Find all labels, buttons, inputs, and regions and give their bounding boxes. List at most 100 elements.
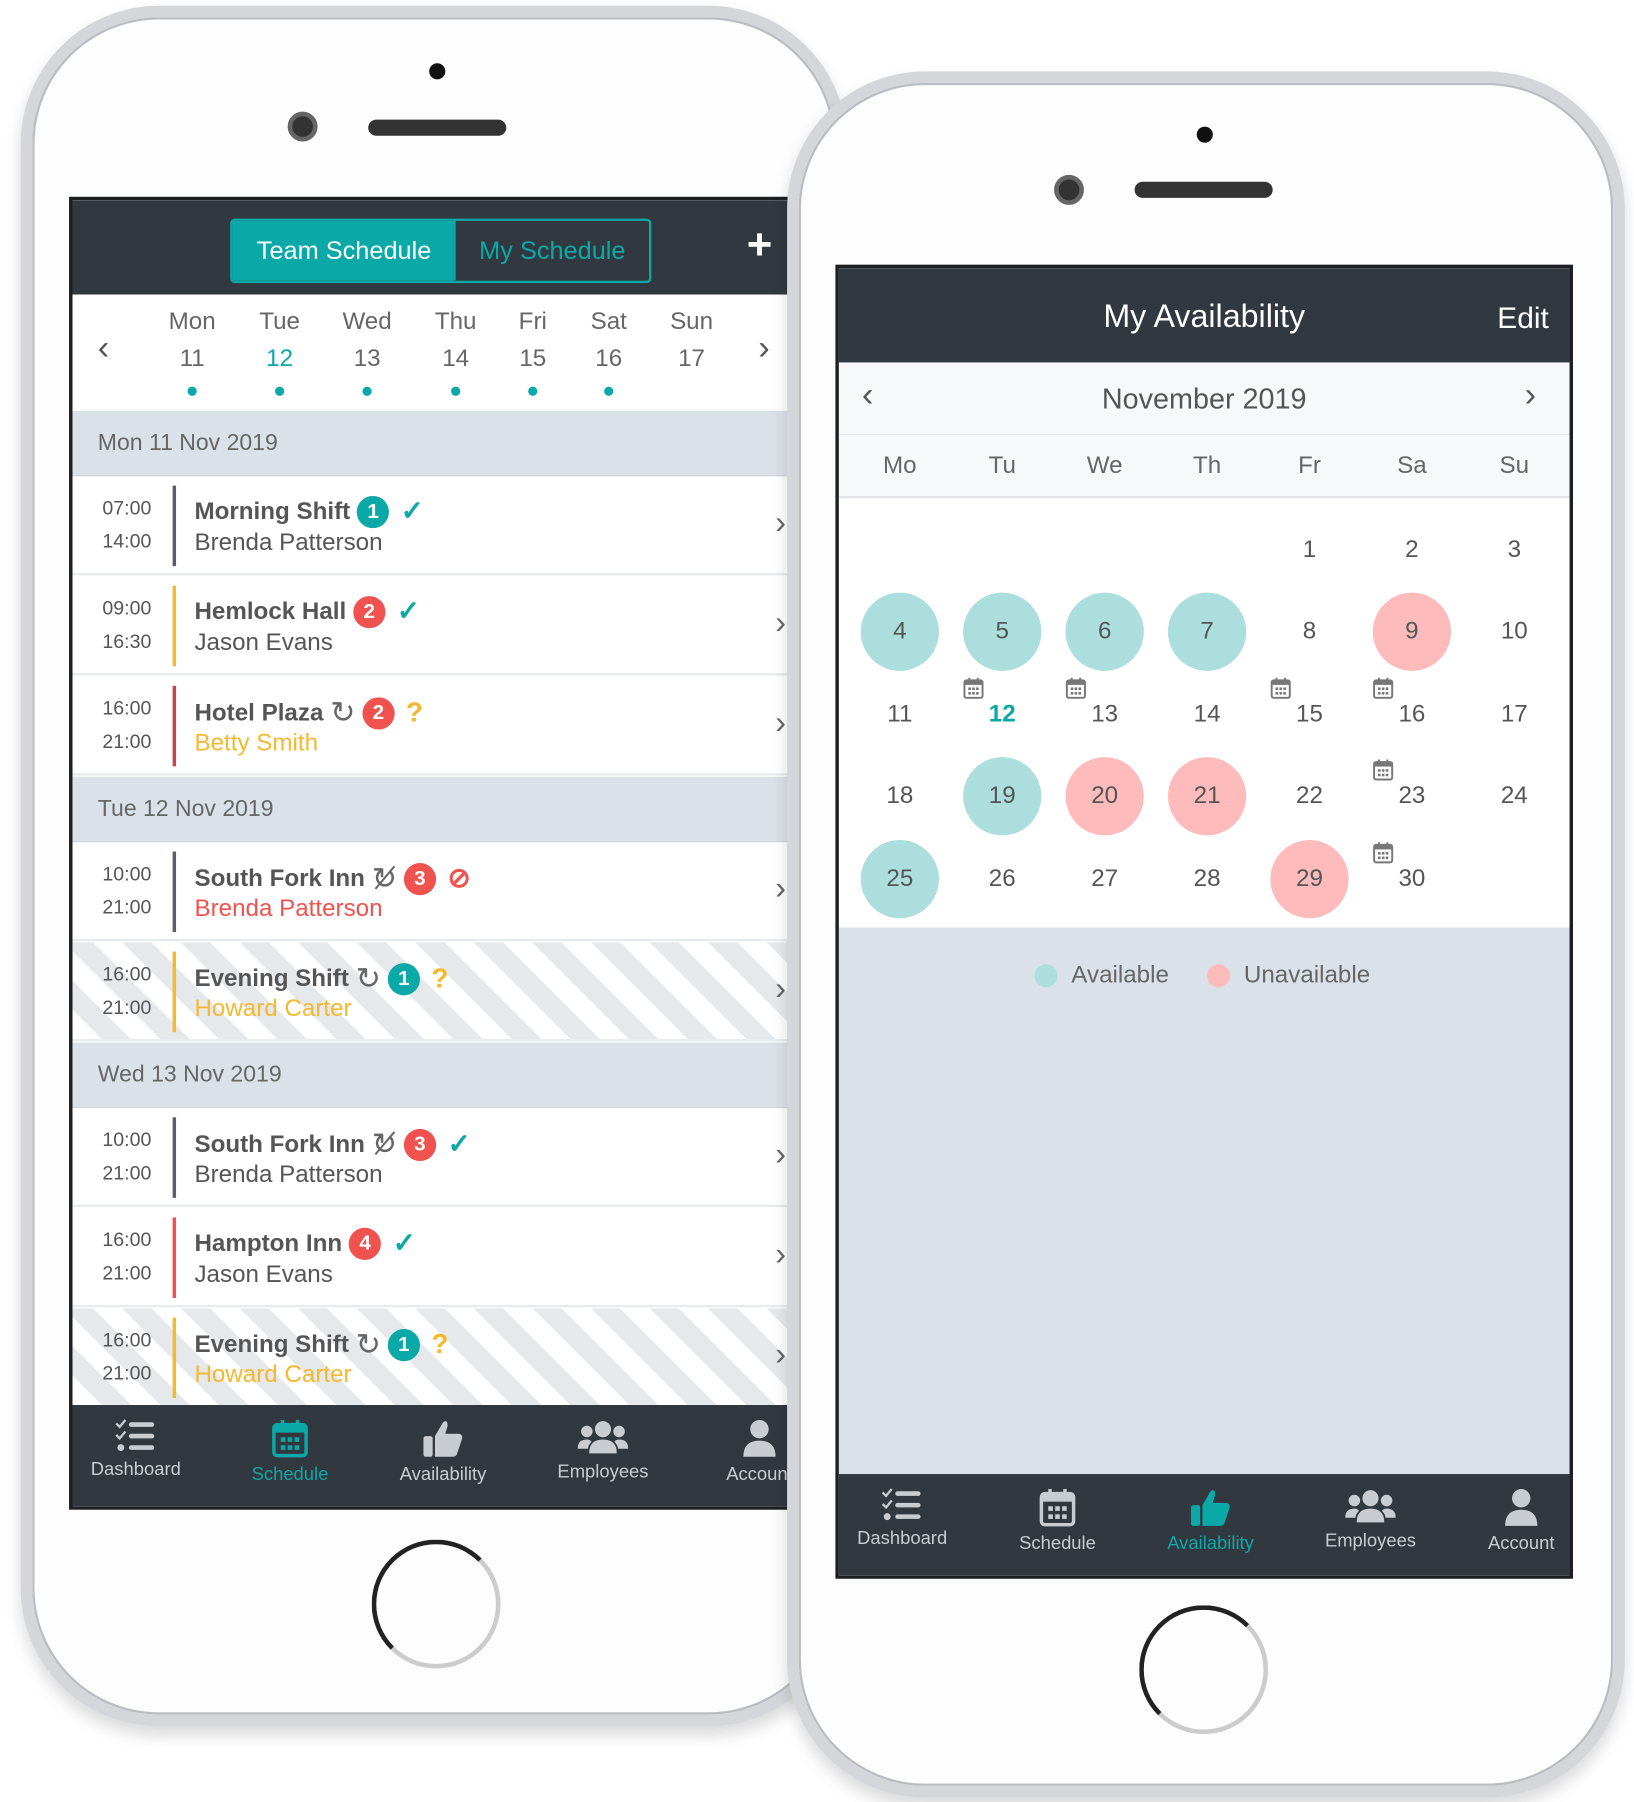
employee-name: Betty Smith — [194, 729, 319, 757]
shift-end-time: 21:00 — [102, 1362, 152, 1385]
calendar-day-8[interactable]: 8 — [1270, 593, 1348, 671]
week-day-sat[interactable]: Sat 16 — [574, 308, 643, 396]
calendar-day-3[interactable]: 3 — [1475, 511, 1553, 589]
question-icon: ? — [406, 696, 423, 728]
shift-color-bar — [172, 851, 177, 933]
has-shifts-dot — [275, 386, 285, 396]
calendar-day-9[interactable]: 9 — [1372, 592, 1452, 671]
employee-name: Jason Evans — [194, 1261, 333, 1288]
calendar-day-18[interactable]: 18 — [861, 757, 939, 835]
week-day-sun[interactable]: Sun 17 — [657, 308, 726, 395]
position-badge: 1 — [387, 1328, 420, 1361]
nav-availability[interactable]: Availability — [1136, 1488, 1286, 1555]
home-button[interactable] — [371, 1539, 501, 1669]
calendar-day-10[interactable]: 10 — [1475, 593, 1553, 671]
week-day-date: 16 — [595, 345, 623, 372]
calendar-day-11[interactable]: 11 — [861, 675, 939, 753]
chevron-right-icon: › — [775, 869, 786, 906]
speaker — [1134, 181, 1273, 198]
calendar-day-1[interactable]: 1 — [1270, 511, 1348, 589]
nav-schedule[interactable]: Schedule — [983, 1488, 1133, 1555]
calendar-icon — [1373, 677, 1394, 706]
nav-employees[interactable]: Employees — [528, 1419, 678, 1483]
shift-row[interactable]: 07:00 14:00 Morning Shift 1 ✓ Brenda Patterso… — [72, 476, 803, 576]
nav-label: Availability — [399, 1464, 487, 1485]
position-badge: 1 — [387, 962, 420, 995]
shift-row[interactable]: 10:00 21:00 South Fork Inn ↻̸ 3 ⊘ Brenda Patte… — [72, 842, 803, 942]
edit-button[interactable]: Edit — [1497, 300, 1549, 336]
chevron-right-icon[interactable]: › — [758, 329, 770, 368]
calendar-day-26[interactable]: 26 — [963, 840, 1041, 918]
employee-name: Brenda Patterson — [194, 895, 383, 922]
calendar-day-7[interactable]: 7 — [1167, 592, 1247, 671]
week-day-name: Sat — [590, 308, 627, 335]
week-day-fri[interactable]: Fri 15 — [498, 308, 567, 396]
shift-row[interactable]: 16:00 21:00 Evening Shift ↻ 1? Howard Carter › — [72, 1308, 803, 1408]
top-bar: Team Schedule My Schedule + — [72, 200, 803, 295]
checklist-icon — [72, 1419, 210, 1454]
shift-row[interactable]: 10:00 21:00 South Fork Inn ↻̸ 3 ✓ Brenda Patte… — [72, 1108, 803, 1208]
schedule-segmented-control: Team Schedule My Schedule — [230, 218, 652, 284]
nav-dashboard[interactable]: Dashboard — [72, 1419, 210, 1481]
week-day-name: Thu — [434, 308, 477, 335]
shift-title-line: Morning Shift 1 ✓ — [194, 495, 424, 528]
shift-title-line: Evening Shift ↻ 1? — [194, 1327, 448, 1363]
nav-availability[interactable]: Availability — [368, 1419, 518, 1486]
shift-title: Hotel Plaza — [194, 699, 324, 726]
nav-label: Employees — [557, 1462, 649, 1483]
weekday-label: Th — [1192, 452, 1222, 479]
weekday-label: Tu — [988, 452, 1016, 479]
position-badge: 3 — [403, 1128, 437, 1161]
calendar-day-6[interactable]: 6 — [1065, 592, 1144, 671]
calendar-day-24[interactable]: 24 — [1475, 757, 1553, 835]
calendar-day-25[interactable]: 25 — [860, 840, 939, 919]
chevron-left-icon[interactable]: ‹ — [98, 329, 110, 368]
calendar-day-20[interactable]: 20 — [1065, 757, 1144, 836]
calendar-day-28[interactable]: 28 — [1168, 840, 1246, 918]
calendar-day-4[interactable]: 4 — [860, 592, 939, 671]
home-button[interactable] — [1139, 1605, 1269, 1735]
tab-team-schedule[interactable]: Team Schedule — [232, 220, 456, 281]
calendar-day-2[interactable]: 2 — [1373, 511, 1451, 589]
shift-row[interactable]: 16:00 21:00 Hampton Inn 4 ✓ Jason Evans › — [72, 1208, 803, 1308]
nav-schedule[interactable]: Schedule — [215, 1419, 365, 1486]
weekday-header: Mo Tu We Th Fr Sa Su — [838, 434, 1570, 499]
shift-row[interactable]: 16:00 21:00 Hotel Plaza ↻ 2? Betty Smith › — [72, 676, 803, 776]
calendar-day-21[interactable]: 21 — [1167, 757, 1247, 836]
shift-title: Evening Shift — [194, 964, 349, 992]
available-swatch — [1034, 964, 1058, 988]
shift-title: South Fork Inn — [194, 1130, 365, 1158]
legend-area: Available Unavailable — [838, 927, 1570, 1480]
shift-start-time: 16:00 — [102, 1329, 152, 1351]
shift-color-bar — [172, 585, 177, 667]
week-day-tue[interactable]: Tue 12 — [245, 308, 314, 396]
question-icon: ? — [431, 962, 449, 994]
date-header: Wed 13 Nov 2019 — [72, 1042, 803, 1109]
calendar-day-27[interactable]: 27 — [1066, 840, 1144, 918]
thumbs-up-icon — [1136, 1488, 1286, 1527]
shift-row[interactable]: 09:00 16:30 Hemlock Hall 2 ✓ Jason Evans › — [72, 576, 803, 676]
week-day-thu[interactable]: Thu 14 — [421, 308, 490, 396]
has-shifts-dot — [362, 386, 372, 396]
calendar-day-14[interactable]: 14 — [1168, 675, 1246, 753]
calendar-day-19[interactable]: 19 — [963, 757, 1042, 836]
repeat-off-icon: ↻̸ — [371, 1126, 397, 1162]
shift-end-time: 21:00 — [102, 896, 152, 919]
nav-employees[interactable]: Employees — [1296, 1488, 1446, 1552]
plus-icon[interactable]: + — [747, 221, 773, 270]
weekday-label: Sa — [1397, 452, 1427, 479]
week-day-wed[interactable]: Wed 13 — [333, 308, 402, 396]
calendar-day-22[interactable]: 22 — [1270, 757, 1348, 835]
calendar-day-17[interactable]: 17 — [1475, 675, 1553, 753]
employee-name: Brenda Patterson — [194, 1161, 383, 1188]
week-day-mon[interactable]: Mon 11 — [158, 308, 227, 396]
week-day-name: Mon — [168, 308, 216, 335]
tab-my-schedule[interactable]: My Schedule — [456, 221, 649, 281]
calendar-day-5[interactable]: 5 — [963, 592, 1042, 671]
thumbs-up-icon — [368, 1419, 518, 1458]
calendar-day-29[interactable]: 29 — [1270, 840, 1349, 919]
chevron-right-icon[interactable]: › — [1525, 376, 1537, 415]
shift-row[interactable]: 16:00 21:00 Evening Shift ↻ 1? Howard Carter › — [72, 942, 803, 1042]
nav-account[interactable]: Account — [1446, 1488, 1569, 1555]
nav-dashboard[interactable]: Dashboard — [839, 1488, 977, 1550]
